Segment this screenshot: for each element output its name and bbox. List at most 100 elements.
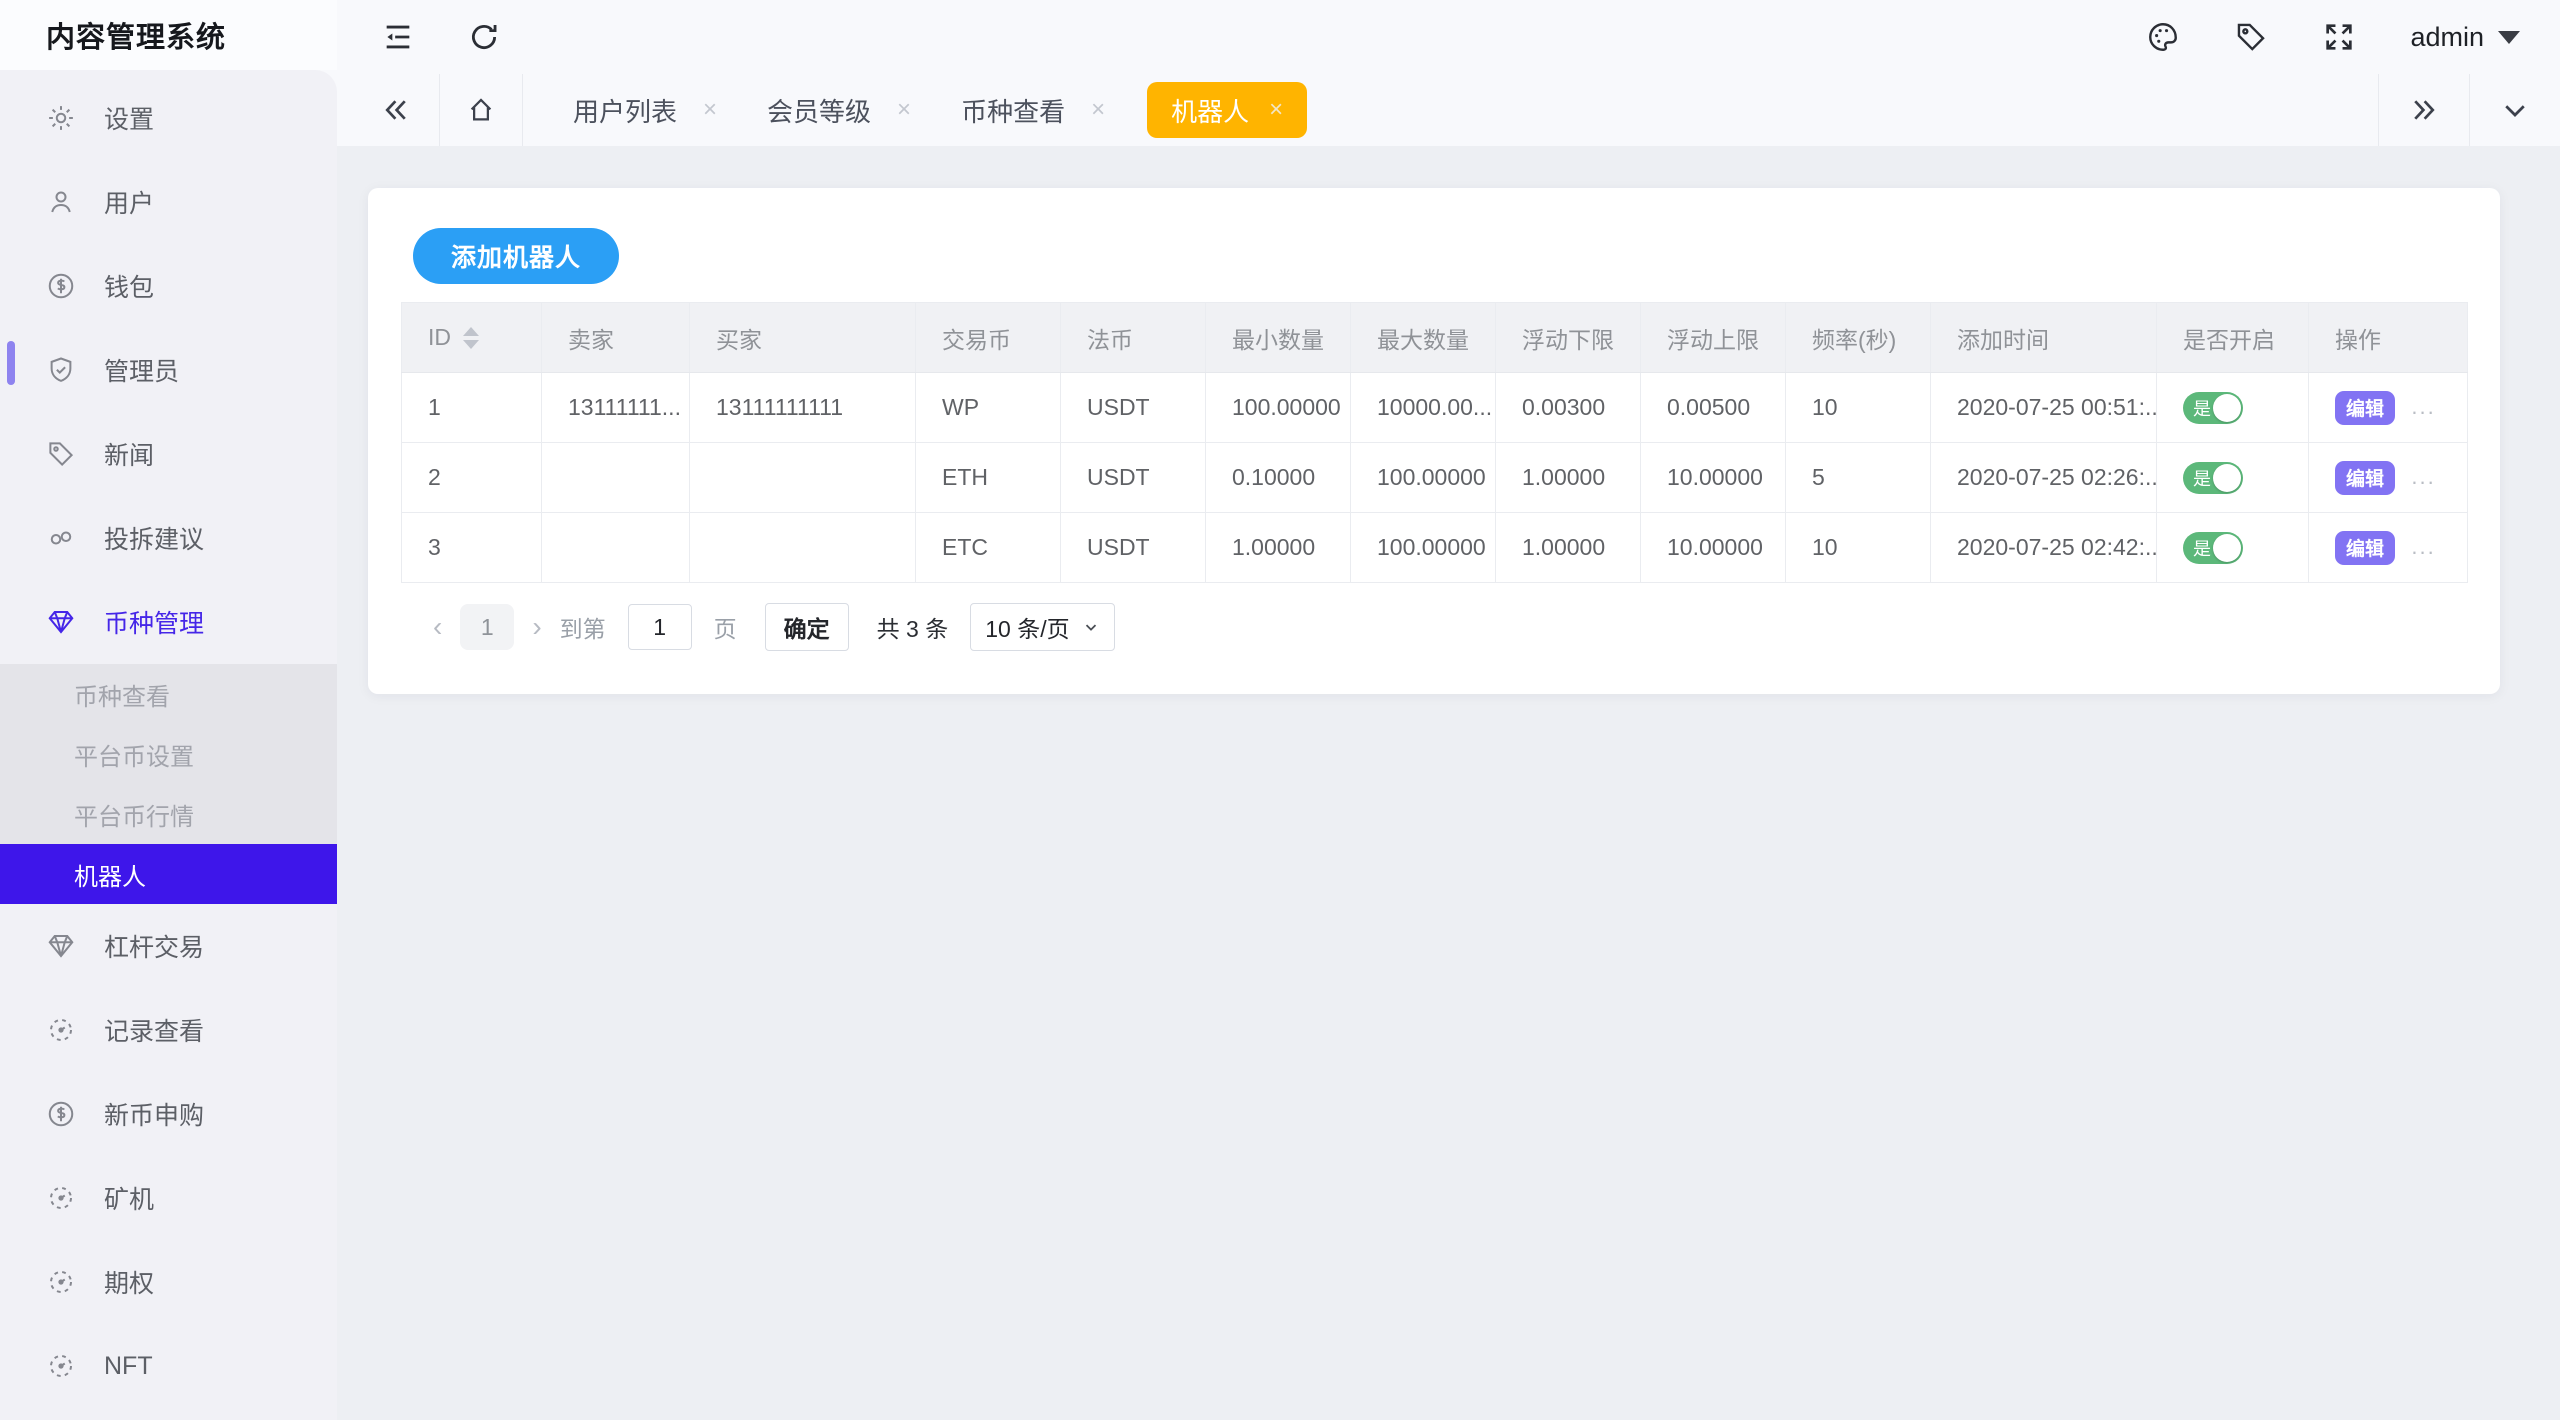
cell-buyer: [690, 443, 916, 513]
cell-id: 2: [402, 443, 542, 513]
tabs-menu-chevron-icon[interactable]: [2500, 95, 2530, 125]
next-page-icon[interactable]: ›: [526, 613, 547, 641]
sidebar-item-robot[interactable]: 机器人: [0, 844, 337, 904]
home-icon[interactable]: [466, 95, 496, 125]
tag-icon: [46, 439, 76, 469]
refresh-icon[interactable]: [467, 20, 501, 54]
cell-time: 2020-07-25 02:42:...: [1931, 513, 2157, 583]
edit-button[interactable]: 编辑: [2335, 461, 2395, 495]
tab-member-level[interactable]: 会员等级 ×: [767, 92, 911, 129]
page-number-button[interactable]: 1: [460, 604, 514, 650]
cell-buyer: [690, 513, 916, 583]
sidebar-item-miner[interactable]: 矿机: [0, 1156, 337, 1240]
cell-min: 1.00000: [1206, 513, 1351, 583]
submenu-item-label: 平台币行情: [74, 797, 194, 832]
page-label: 页: [714, 610, 737, 644]
cell-max: 100.00000: [1351, 513, 1496, 583]
close-icon[interactable]: ×: [1091, 96, 1105, 124]
tab-user-list[interactable]: 用户列表 ×: [573, 92, 717, 129]
sidebar-item-coin-view[interactable]: 币种查看: [0, 664, 337, 724]
cell-float-max: 10.00000: [1641, 513, 1786, 583]
cell-float-min: 1.00000: [1496, 443, 1641, 513]
close-icon[interactable]: ×: [1269, 96, 1283, 124]
column-header-freq: 频率(秒): [1786, 303, 1931, 373]
fullscreen-icon[interactable]: [2322, 20, 2356, 54]
cell-time: 2020-07-25 00:51:...: [1931, 373, 2157, 443]
sidebar-item-feedback[interactable]: 投拆建议: [0, 496, 337, 580]
toggle-knob: [2213, 534, 2241, 562]
toggle-knob: [2213, 464, 2241, 492]
cell-float-max: 0.00500: [1641, 373, 1786, 443]
sidebar-item-nft[interactable]: NFT: [0, 1324, 337, 1408]
cell-actions: 编辑 ...: [2309, 373, 2468, 443]
cell-coin: WP: [916, 373, 1061, 443]
clock-icon: [46, 1351, 76, 1381]
sidebar-item-news[interactable]: 新闻: [0, 412, 337, 496]
more-actions: ...: [2411, 394, 2435, 419]
user-menu[interactable]: admin: [2410, 22, 2520, 53]
enabled-toggle[interactable]: 是: [2183, 532, 2243, 564]
prev-page-icon[interactable]: ‹: [427, 613, 448, 641]
cell-coin: ETH: [916, 443, 1061, 513]
sidebar-item-platform-coin-settings[interactable]: 平台币设置: [0, 724, 337, 784]
add-robot-button[interactable]: 添加机器人: [413, 228, 619, 284]
cell-seller: [542, 443, 690, 513]
sidebar-item-records[interactable]: 记录查看: [0, 988, 337, 1072]
page-input[interactable]: [628, 604, 692, 650]
sidebar-item-admin[interactable]: 管理员: [0, 328, 337, 412]
cell-freq: 10: [1786, 513, 1931, 583]
close-icon[interactable]: ×: [897, 96, 911, 124]
theme-palette-icon[interactable]: [2146, 20, 2180, 54]
scroll-tabs-right-icon[interactable]: [2409, 95, 2439, 125]
sidebar-item-platform-coin-market[interactable]: 平台币行情: [0, 784, 337, 844]
cell-min: 100.00000: [1206, 373, 1351, 443]
close-icon[interactable]: ×: [703, 96, 717, 124]
tabs-bar: 用户列表 × 会员等级 × 币种查看 × 机器人 ×: [337, 74, 2560, 146]
cell-id: 1: [402, 373, 542, 443]
sidebar-item-label: 用户: [104, 184, 154, 220]
sidebar-scrollbar[interactable]: [7, 341, 15, 385]
clock-icon: [46, 1183, 76, 1213]
goto-label: 到第: [560, 610, 606, 644]
sidebar-item-coin-management[interactable]: 币种管理: [0, 580, 337, 664]
app-title: 内容管理系统: [46, 14, 226, 56]
sidebar-item-label: 新闻: [104, 436, 154, 472]
tab-coin-view[interactable]: 币种查看 ×: [961, 92, 1105, 129]
sidebar: 设置 用户 钱包 管理员 新闻: [0, 70, 337, 1420]
cell-buyer: 13111111111: [690, 373, 916, 443]
submenu-item-label: 平台币设置: [74, 737, 194, 772]
sidebar-item-new-coin-subscribe[interactable]: 新币申购: [0, 1072, 337, 1156]
tag-icon[interactable]: [2234, 20, 2268, 54]
page-size-select[interactable]: 10 条/页: [970, 603, 1114, 651]
column-header-min: 最小数量: [1206, 303, 1351, 373]
sidebar-item-settings[interactable]: 设置: [0, 76, 337, 160]
column-header-time: 添加时间: [1931, 303, 2157, 373]
cell-enabled: 是: [2157, 443, 2309, 513]
sidebar-item-users[interactable]: 用户: [0, 160, 337, 244]
enabled-toggle[interactable]: 是: [2183, 392, 2243, 424]
link-icon: [46, 523, 76, 553]
enabled-toggle[interactable]: 是: [2183, 462, 2243, 494]
total-count: 共 3 条: [877, 610, 949, 644]
scroll-tabs-left-icon[interactable]: [381, 95, 411, 125]
clock-icon: [46, 1015, 76, 1045]
column-header-id[interactable]: ID: [402, 303, 542, 373]
confirm-button[interactable]: 确定: [765, 603, 849, 651]
tab-robot[interactable]: 机器人 ×: [1147, 82, 1307, 138]
sidebar-item-wallet[interactable]: 钱包: [0, 244, 337, 328]
column-header-buyer: 买家: [690, 303, 916, 373]
cell-actions: 编辑 ...: [2309, 443, 2468, 513]
collapse-sidebar-icon[interactable]: [381, 20, 415, 54]
sidebar-item-label: 币种管理: [104, 604, 204, 640]
sidebar-item-options[interactable]: 期权: [0, 1240, 337, 1324]
column-header-actions: 操作: [2309, 303, 2468, 373]
sort-icon[interactable]: [463, 327, 479, 349]
sidebar-item-leverage-trade[interactable]: 杠杆交易: [0, 904, 337, 988]
sidebar-item-label: 新币申购: [104, 1096, 204, 1132]
sidebar-item-label: 钱包: [104, 268, 154, 304]
edit-button[interactable]: 编辑: [2335, 531, 2395, 565]
wallet-icon: [46, 271, 76, 301]
column-header-enabled: 是否开启: [2157, 303, 2309, 373]
cell-float-min: 1.00000: [1496, 513, 1641, 583]
edit-button[interactable]: 编辑: [2335, 391, 2395, 425]
